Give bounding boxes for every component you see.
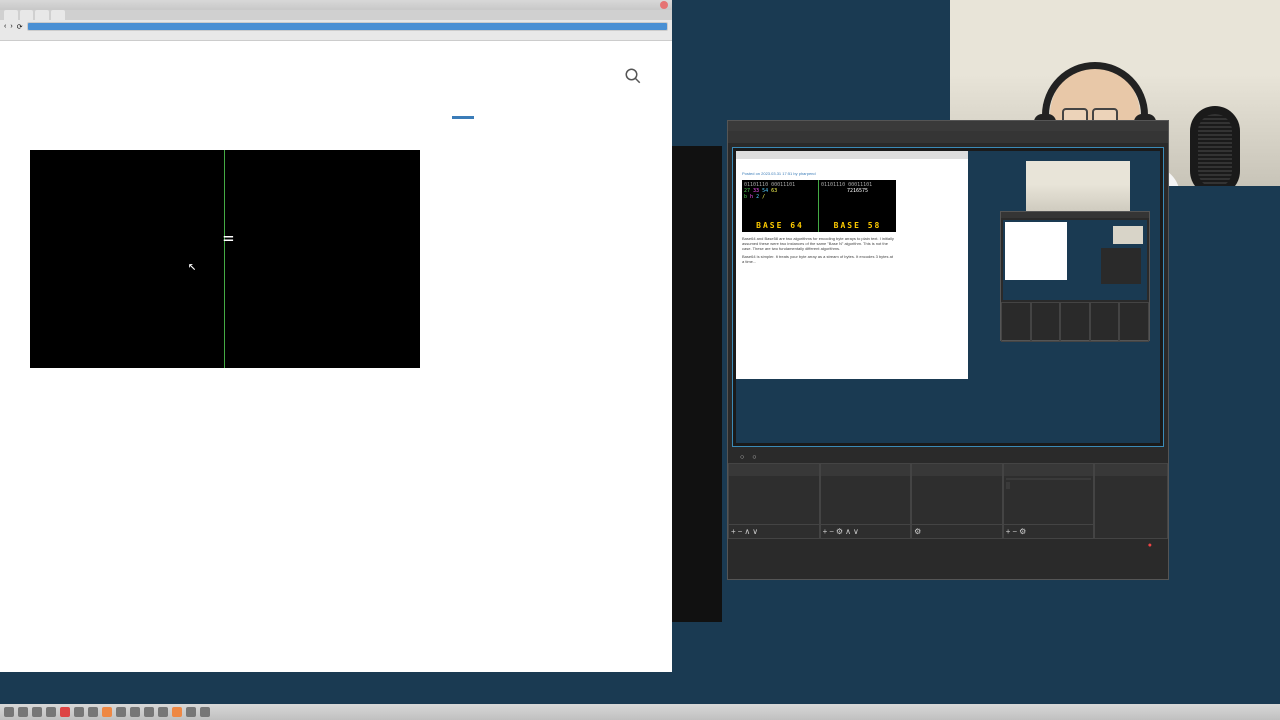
app-icon[interactable] <box>116 707 126 717</box>
browser-tab[interactable] <box>35 10 49 20</box>
app-icon[interactable] <box>32 707 42 717</box>
obs-preview-firefox-mini: Posted on 2023.03.31 17:51 by pharpend 0… <box>736 151 968 379</box>
browser-tab[interactable] <box>20 10 34 20</box>
app-icon[interactable] <box>74 707 84 717</box>
figure-b64-chars <box>36 200 218 228</box>
obs-mixer-panel: ⚙ <box>911 463 1003 539</box>
obs-titlebar[interactable] <box>728 121 1168 131</box>
cursor-icon: ↖ <box>188 258 196 274</box>
reload-icon[interactable]: ⟳ <box>17 23 23 31</box>
duration-input[interactable] <box>1006 482 1010 489</box>
browser-tab[interactable] <box>4 10 18 20</box>
article-meta <box>30 122 428 136</box>
app-icon[interactable] <box>158 707 168 717</box>
close-icon[interactable] <box>660 1 668 9</box>
app-icon[interactable] <box>172 707 182 717</box>
obs-transitions-panel: +−⚙ <box>1003 463 1095 539</box>
search-icon[interactable] <box>624 67 642 90</box>
obs-window: Posted on 2023.03.31 17:51 by pharpend 0… <box>727 120 1169 580</box>
site-header <box>30 59 642 90</box>
app-icon[interactable] <box>102 707 112 717</box>
taskbar[interactable] <box>0 704 1280 720</box>
app-icon[interactable] <box>18 707 28 717</box>
transition-select[interactable] <box>1006 478 1092 480</box>
app-icon[interactable] <box>88 707 98 717</box>
obs-controls-panel <box>1094 463 1168 539</box>
obs-preview-recursion <box>1000 211 1150 341</box>
sidebar <box>452 110 642 386</box>
back-icon[interactable]: ‹ <box>4 23 6 30</box>
app-icon[interactable] <box>60 707 70 717</box>
terminal-window-peek <box>672 146 722 622</box>
address-bar[interactable] <box>27 22 668 31</box>
app-icon[interactable] <box>200 707 210 717</box>
obs-preview[interactable]: Posted on 2023.03.31 17:51 by pharpend 0… <box>732 147 1164 447</box>
app-icon[interactable] <box>186 707 196 717</box>
obs-sources-panel: +−⚙∧∨ <box>820 463 912 539</box>
figure-base64-panel: ↖ <box>30 150 225 368</box>
browser-tab[interactable] <box>51 10 65 20</box>
obs-panels: +−∧∨ +−⚙∧∨ ⚙ +−⚙ <box>728 463 1168 539</box>
obs-statusbar: ● <box>728 539 1168 551</box>
forward-icon[interactable]: › <box>10 23 12 30</box>
article-figure: ↖ = <box>30 150 420 368</box>
taskbar-launchers[interactable] <box>0 707 214 717</box>
figure-base58-panel: = <box>225 150 420 368</box>
app-icon[interactable] <box>46 707 56 717</box>
firefox-tabstrip[interactable] <box>0 10 672 20</box>
firefox-titlebar[interactable] <box>0 0 672 10</box>
figure-b64-nums <box>36 164 218 194</box>
app-icon[interactable] <box>4 707 14 717</box>
site-nav <box>604 67 642 90</box>
firefox-window: ‹ › ⟳ <box>0 0 672 672</box>
firefox-navbar: ‹ › ⟳ <box>0 20 672 33</box>
page-viewport[interactable]: ↖ = <box>0 41 672 672</box>
article-main: ↖ = <box>30 110 428 386</box>
obs-menubar[interactable] <box>728 131 1168 143</box>
app-icon[interactable] <box>144 707 154 717</box>
obs-scenes-panel: +−∧∨ <box>728 463 820 539</box>
app-icon[interactable] <box>130 707 140 717</box>
bookmarks-bar[interactable] <box>0 33 672 41</box>
